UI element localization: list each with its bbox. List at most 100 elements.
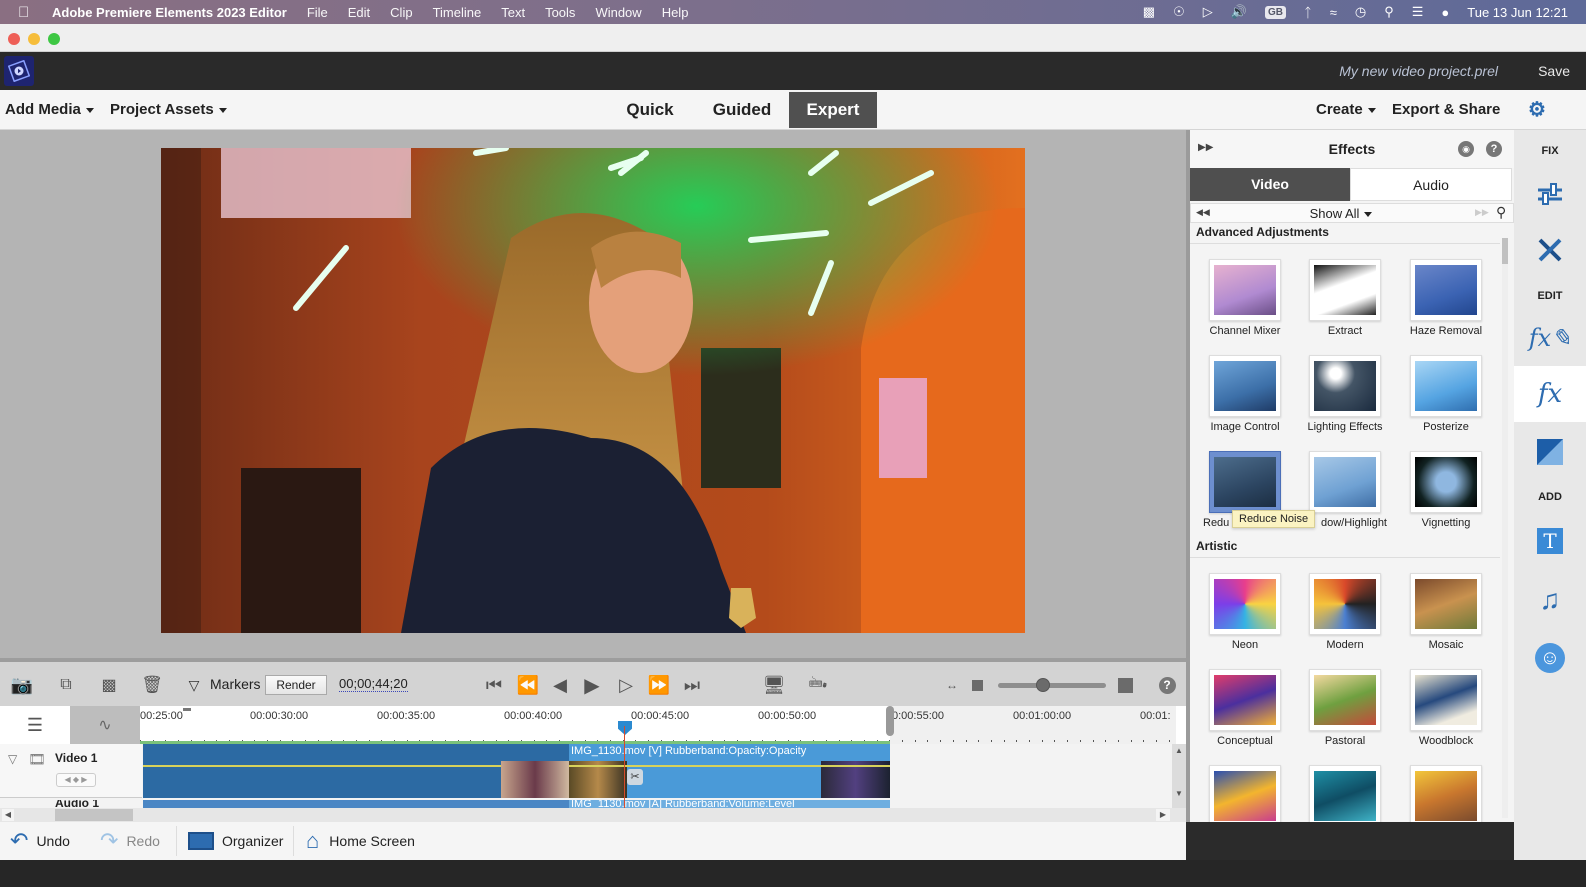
effect-item[interactable]: Lighting Effects [1295,355,1395,433]
audio-clip-previous[interactable] [143,800,569,808]
close-window-button[interactable] [8,33,20,45]
effect-item[interactable]: Mosaic [1396,573,1496,651]
effect-item[interactable] [1195,765,1295,822]
project-assets-menu[interactable]: Project Assets [110,90,227,130]
delete-trash-icon[interactable]: 🗑 [138,672,166,698]
video-preview-frame[interactable] [161,148,1025,633]
zoom-slider-thumb[interactable] [1036,678,1050,692]
transitions-icon[interactable] [1514,424,1586,480]
effect-item[interactable]: Vignetting [1396,451,1496,529]
app-name-menu[interactable]: Adobe Premiere Elements 2023 Editor [52,5,287,20]
apple-icon[interactable]:  [18,4,38,21]
horizontal-scrollbar[interactable]: ◀ ▶ [0,808,1186,822]
play-icon[interactable]: ▶ [578,672,606,698]
effect-item[interactable]: Neon [1195,573,1295,651]
goto-end-icon[interactable]: ⏭ [678,672,706,698]
clock[interactable]: Tue 13 Jun 12:21 [1467,5,1568,20]
ruler-scale[interactable]: 00:25:00 00:00:30:00 00:00:35:00 00:00:40:0… [140,706,1176,744]
effect-item[interactable]: Posterize [1396,355,1496,433]
track-layout-icon[interactable]: ☰ [0,706,70,744]
scroll-forward-icon[interactable]: ▶▶ [1475,207,1489,218]
rewind-icon[interactable]: ⏪ [514,672,542,698]
menu-clip[interactable]: Clip [390,5,412,20]
export-share-menu[interactable]: Export & Share [1392,90,1500,130]
redo-button[interactable]: ↷ Redo [100,828,160,854]
wifi-icon[interactable]: ≈ [1330,5,1337,20]
marker-icon[interactable]: ▽ [184,672,204,698]
camera-capture-icon[interactable]: 📷 [8,672,36,698]
effect-item[interactable]: Image Control [1195,355,1295,433]
collapse-track-icon[interactable]: ▽ [8,752,17,766]
effect-item[interactable]: Extract [1295,259,1395,337]
media-play-icon[interactable]: ▷ [1203,4,1213,20]
effects-fx-icon[interactable]: fx [1514,366,1586,422]
audio-clip-selected[interactable]: IMG_1130.mov [A] Rubberband:Volume:Level [569,800,890,808]
tab-audio[interactable]: Audio [1350,168,1512,201]
zoom-slider[interactable] [998,678,1106,692]
tab-quick[interactable]: Quick [612,92,688,128]
volume-icon[interactable]: 🔊 [1231,4,1247,20]
rotate-clip-icon[interactable]: ⧉ [52,672,80,698]
music-note-icon[interactable]: ♫ [1514,572,1586,628]
effect-item[interactable]: Haze Removal [1396,259,1496,337]
help-icon[interactable]: ? [1486,141,1502,157]
monitor-settings-icon[interactable]: 🖥 [760,672,788,698]
scrollbar-thumb[interactable] [55,809,133,821]
effect-item[interactable]: Conceptual [1195,669,1295,747]
step-back-icon[interactable]: ◀ [546,672,574,698]
scissors-icon[interactable]: ✂ [627,769,643,785]
menu-file[interactable]: File [307,5,328,20]
effect-item[interactable] [1295,765,1395,822]
search-icon[interactable]: ⚲ [1496,204,1506,221]
end-marker-handle[interactable] [886,706,894,736]
zoom-out-icon[interactable] [968,672,986,698]
control-center-icon[interactable]: ☰ [1412,4,1424,20]
zoom-window-button[interactable] [48,33,60,45]
adjust-sliders-icon[interactable] [1514,166,1586,222]
undo-button[interactable]: ↶ Undo [10,828,70,854]
tools-icon[interactable] [1514,222,1586,278]
organizer-button[interactable]: Organizer [188,828,283,854]
scroll-up-icon[interactable]: ▲ [1172,746,1186,755]
effect-controls-icon[interactable]: fx✎ [1514,310,1586,366]
scroll-right-icon[interactable]: ▶ [1156,809,1170,821]
settings-gear-icon[interactable]: ⚙ [1528,90,1546,130]
tab-guided[interactable]: Guided [700,92,784,128]
effect-item[interactable]: Pastoral [1295,669,1395,747]
titles-text-icon[interactable]: T [1514,513,1586,569]
keyboard-input-badge[interactable]: GB [1264,5,1286,19]
bluetooth-icon[interactable]: ᛏ [1304,5,1312,20]
zoom-in-icon[interactable] [1114,672,1136,698]
save-button[interactable]: Save [1538,63,1570,79]
render-button[interactable]: Render [265,675,327,695]
show-all-dropdown[interactable]: Show All [1191,206,1491,221]
menu-text[interactable]: Text [501,5,525,20]
opacity-rubberband[interactable] [569,765,890,767]
menu-window[interactable]: Window [595,5,641,20]
home-screen-button[interactable]: ⌂ Home Screen [306,828,415,854]
effects-scrollbar[interactable] [1502,238,1508,818]
effects-scrollbar-thumb[interactable] [1502,238,1508,264]
menu-edit[interactable]: Edit [348,5,370,20]
tab-expert[interactable]: Expert [789,92,877,128]
scroll-left-icon[interactable]: ◀ [2,809,14,821]
effect-item[interactable] [1396,765,1496,822]
create-menu[interactable]: Create [1316,90,1376,130]
menu-tools[interactable]: Tools [545,5,575,20]
creative-cloud-icon[interactable]: ☉ [1173,4,1185,20]
fit-timeline-icon[interactable]: ↔ [942,672,962,698]
smart-trim-icon[interactable]: ▩ [95,672,123,698]
goto-start-icon[interactable]: ⏮ [480,672,508,698]
timeline-ruler[interactable]: ☰ ∿ 00:25:00 00:00:30:00 00:00:35:00 00:00:… [0,706,1186,744]
video-clip-previous[interactable] [143,744,569,798]
vertical-scrollbar[interactable]: ▲ ▼ [1172,744,1186,808]
scroll-down-icon[interactable]: ▼ [1172,789,1186,798]
menu-help[interactable]: Help [662,5,689,20]
audio-waveform-icon[interactable]: ∿ [70,706,140,744]
menu-timeline[interactable]: Timeline [433,5,482,20]
tab-video[interactable]: Video [1190,168,1350,201]
current-timecode[interactable]: 00;00;44;20 [339,676,408,692]
add-media-menu[interactable]: Add Media [5,90,94,130]
markers-menu[interactable]: Markers [210,676,261,692]
effect-item[interactable]: Modern [1295,573,1395,651]
